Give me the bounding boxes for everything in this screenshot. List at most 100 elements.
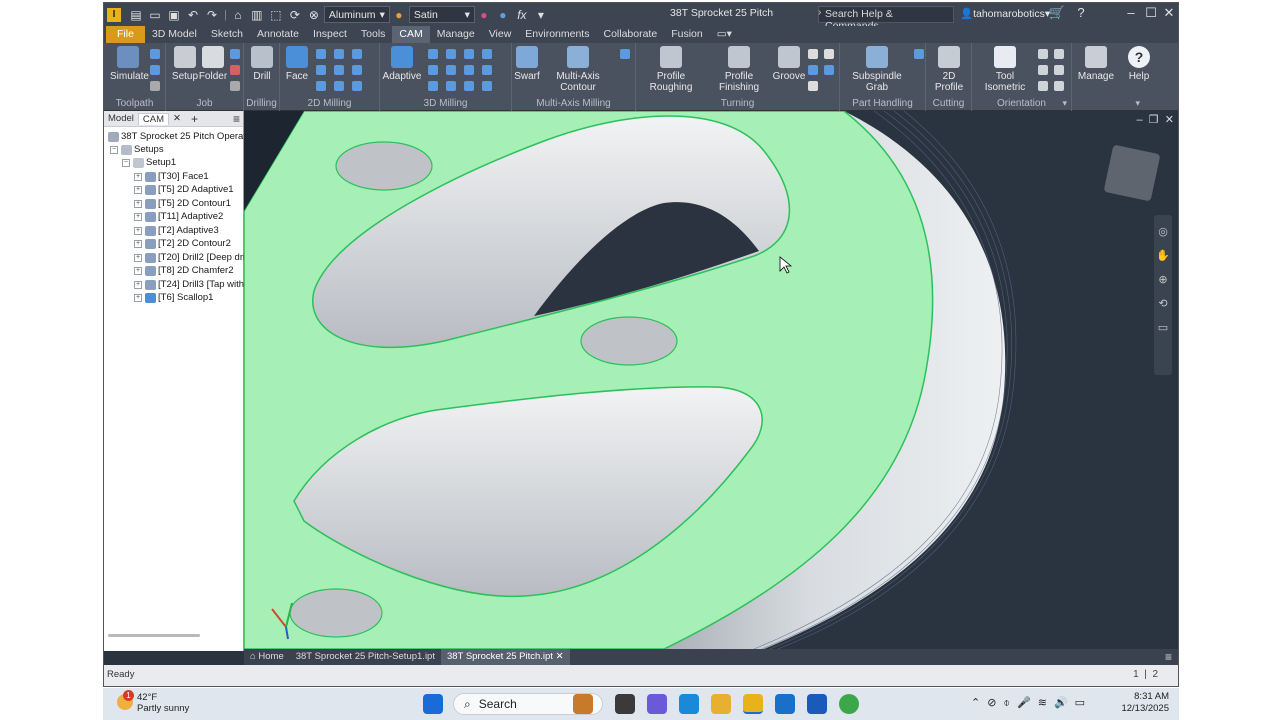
restore-icon[interactable]: ❐ [1149,114,1159,126]
page-number[interactable]: 2 [1152,669,1158,680]
zoom-icon[interactable]: ⊕ [1156,273,1170,287]
tab-fusion[interactable]: Fusion [664,26,710,43]
ribbon-options-icon[interactable]: ▭▾ [710,26,739,43]
3d-op-icon[interactable] [482,81,492,91]
profile-finishing-button[interactable]: Profile Finishing [706,46,772,93]
clock[interactable]: 8:31 AM 12/13/2025 [1121,691,1169,715]
tab-inspect[interactable]: Inspect [306,26,354,43]
open-folder-icon[interactable]: ▭ [146,6,164,24]
orientation-icon[interactable] [1038,65,1048,75]
weather-widget[interactable]: 42°F Partly sunny [137,692,189,714]
tabs-menu-icon[interactable]: ≡ [1165,650,1172,664]
folder-button[interactable]: Folder [198,46,228,82]
tab-manage[interactable]: Manage [430,26,482,43]
2d-op-icon[interactable] [352,49,362,59]
defender-icon[interactable] [775,694,795,714]
undo-icon[interactable]: ↶ [184,6,202,24]
3d-op-icon[interactable] [446,81,456,91]
file-explorer-icon[interactable] [615,694,635,714]
expand-icon[interactable]: − [122,158,130,167]
appearance-ball-icon[interactable]: ● [390,6,408,24]
3d-op-icon[interactable] [464,65,474,75]
close-icon[interactable]: ✕ [173,113,181,124]
profile-roughing-button[interactable]: Profile Roughing [638,46,704,93]
tool-isometric-button[interactable]: Tool Isometric [976,46,1034,93]
help-button[interactable]: ? Help [1122,46,1156,82]
customize-icon[interactable]: ▾ [532,6,550,24]
job-icon[interactable] [230,81,240,91]
orientation-icon[interactable] [1054,49,1064,59]
browser-menu-icon[interactable]: ≡ [233,112,240,126]
browser-scrollbar[interactable] [108,634,200,637]
material-dropdown[interactable]: Aluminum ▾ [323,6,390,23]
3d-op-icon[interactable] [482,65,492,75]
view-cube[interactable] [1103,144,1161,202]
3d-op-icon[interactable] [464,81,474,91]
2d-op-icon[interactable] [316,65,326,75]
tree-operation[interactable]: + [T5] 2D Adaptive1 [134,183,234,196]
save-icon[interactable]: ▣ [165,6,183,24]
tree-operation[interactable]: + [T30] Face1 [134,170,209,183]
tree-setup1[interactable]: − Setup1 [122,156,176,169]
update-icon[interactable]: ⟳ [286,6,304,24]
print-icon[interactable]: ▥ [248,6,266,24]
pan-hand-icon[interactable]: ✋ [1156,249,1170,263]
color-wheel-icon[interactable]: ● [475,6,493,24]
2d-op-icon[interactable] [316,81,326,91]
help-icon[interactable]: ? [1072,5,1090,23]
groove-button[interactable]: Groove [772,46,806,82]
chevron-down-icon[interactable]: ▾ [1135,98,1140,109]
windows-start-icon[interactable] [423,694,443,714]
tree-operation[interactable]: + [T2] Adaptive3 [134,224,219,237]
part-handling-icon[interactable] [914,49,924,59]
tree-operation[interactable]: + [T24] Drill3 [Tap with c [134,278,251,291]
manage-button[interactable]: Manage [1076,46,1116,82]
drill-button[interactable]: Drill [248,46,276,82]
turning-op-icon[interactable] [824,65,834,75]
tab-view[interactable]: View [482,26,519,43]
edge-icon[interactable] [679,694,699,714]
tab-file[interactable]: File [106,26,145,43]
close-icon[interactable]: ✕ [1165,114,1174,126]
tab-cam[interactable]: CAM [392,26,430,43]
expand-icon[interactable]: + [134,185,142,194]
inventor-taskbar-icon[interactable] [743,694,763,714]
tree-operation[interactable]: + [T8] 2D Chamfer2 [134,264,234,277]
expand-icon[interactable]: + [134,172,142,181]
tree-operation[interactable]: + [T2] 2D Contour2 [134,237,231,250]
orientation-icon[interactable] [1038,49,1048,59]
tree-operation[interactable]: + [T11] Adaptive2 [134,210,223,223]
expand-icon[interactable]: + [134,266,142,275]
orientation-icon[interactable] [1054,65,1064,75]
minimize-icon[interactable]: – [1137,114,1143,126]
multi-axis-op-icon[interactable] [620,49,630,59]
3d-op-icon[interactable] [428,49,438,59]
clear-icon[interactable]: ⊗ [305,6,323,24]
app-logo-icon[interactable]: I [107,7,121,22]
tree-operation[interactable]: + [T5] 2D Contour1 [134,197,231,210]
tab-tools[interactable]: Tools [354,26,393,43]
2d-op-icon[interactable] [334,49,344,59]
3d-op-icon[interactable] [482,49,492,59]
3d-op-icon[interactable] [446,49,456,59]
clear-override-icon[interactable]: ● [494,6,512,24]
expand-icon[interactable]: + [134,199,142,208]
tab-setup-document[interactable]: 38T Sprocket 25 Pitch-Setup1.ipt [290,649,441,665]
chevron-down-icon[interactable]: ▾ [1062,98,1067,109]
tree-setups[interactable]: − Setups [110,143,164,156]
tree-operation[interactable]: + [T20] Drill2 [Deep drilli [134,251,251,264]
3d-viewport[interactable]: – ❐ ✕ ◎ ✋ ⊕ ⟲ ▭ [244,111,1178,649]
teams-icon[interactable] [647,694,667,714]
turning-op-icon[interactable] [808,81,818,91]
tab-collaborate[interactable]: Collaborate [596,26,664,43]
page-number[interactable]: 1 [1133,669,1139,680]
toolpath-icon[interactable] [150,65,160,75]
turning-op-icon[interactable] [824,49,834,59]
minimize-button[interactable]: – [1122,5,1140,23]
toolpath-icon[interactable] [150,49,160,59]
tab-cam-browser[interactable]: CAM [137,112,169,125]
tab-part-document[interactable]: 38T Sprocket 25 Pitch.ipt ✕ [440,649,570,665]
tab-annotate[interactable]: Annotate [250,26,306,43]
expand-icon[interactable]: + [134,293,142,302]
setup-button[interactable]: Setup [170,46,200,82]
